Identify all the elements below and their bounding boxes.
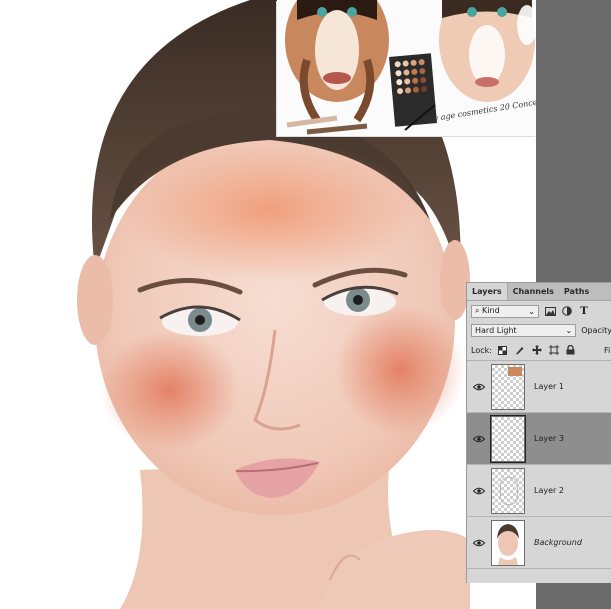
lock-artboard-icon[interactable]: [548, 344, 560, 356]
blend-row: Hard Light ⌄ Opacity: [467, 321, 611, 340]
contour-reference-image: new age cosmetics 20 Concealer: [277, 0, 536, 136]
filter-row: ⌕ Kind ⌄ T: [467, 301, 611, 321]
layer-row-layer-2[interactable]: Layer 2: [467, 465, 611, 517]
layer-name: Layer 2: [534, 486, 564, 495]
layer-thumbnail: [491, 363, 525, 410]
tab-layers[interactable]: Layers: [467, 283, 508, 300]
tab-channels[interactable]: Channels: [508, 283, 559, 300]
chevron-down-icon: ⌄: [528, 306, 535, 316]
blend-mode-value: Hard Light: [475, 326, 517, 335]
visibility-eye-icon[interactable]: [467, 539, 491, 547]
layer-row-layer-1[interactable]: Layer 1: [467, 361, 611, 413]
layers-panel: Layers Channels Paths ⌕ Kind ⌄ T Hard Li…: [466, 282, 611, 583]
chevron-down-icon: ⌄: [565, 326, 573, 335]
layer-name: Background: [534, 538, 582, 547]
image-filter-icon[interactable]: [544, 305, 556, 317]
filter-kind-select[interactable]: ⌕ Kind ⌄: [471, 304, 539, 318]
contour-faces-illustration: [277, 0, 536, 136]
face-outline-thumbnail-content: [500, 476, 518, 505]
lock-all-icon[interactable]: [565, 344, 577, 356]
layer-thumbnail: [491, 519, 525, 566]
lock-transparent-pixels-icon[interactable]: [497, 344, 509, 356]
type-filter-icon[interactable]: T: [578, 305, 590, 317]
filter-kind-label: ⌕ Kind: [475, 306, 500, 315]
fill-label: Fi: [603, 345, 611, 355]
lock-image-pixels-icon[interactable]: [514, 344, 526, 356]
visibility-eye-icon[interactable]: [467, 435, 491, 443]
reference-thumbnail-content: [508, 366, 522, 376]
blend-mode-select[interactable]: Hard Light ⌄: [471, 324, 577, 337]
layer-thumbnail: [491, 467, 525, 514]
tab-paths[interactable]: Paths: [559, 283, 594, 300]
layer-row-background[interactable]: Background: [467, 517, 611, 569]
adjustment-filter-icon[interactable]: [561, 305, 573, 317]
layer-name: Layer 1: [534, 382, 564, 391]
lock-position-icon[interactable]: [531, 344, 543, 356]
layer-name: Layer 3: [534, 434, 564, 443]
layer-thumbnail: [490, 414, 526, 463]
opacity-label: Opacity: [581, 326, 611, 335]
document-canvas[interactable]: new age cosmetics 20 Concealer: [0, 0, 536, 609]
lock-label: Lock:: [471, 345, 492, 355]
panel-tabbar: Layers Channels Paths: [467, 283, 611, 301]
lock-row: Lock: Fi: [467, 340, 611, 361]
visibility-eye-icon[interactable]: [467, 383, 491, 391]
portrait-thumbnail: [497, 523, 519, 565]
layer-row-layer-3[interactable]: Layer 3: [467, 413, 611, 465]
visibility-eye-icon[interactable]: [467, 487, 491, 495]
filter-kind-value: Kind: [482, 306, 500, 315]
